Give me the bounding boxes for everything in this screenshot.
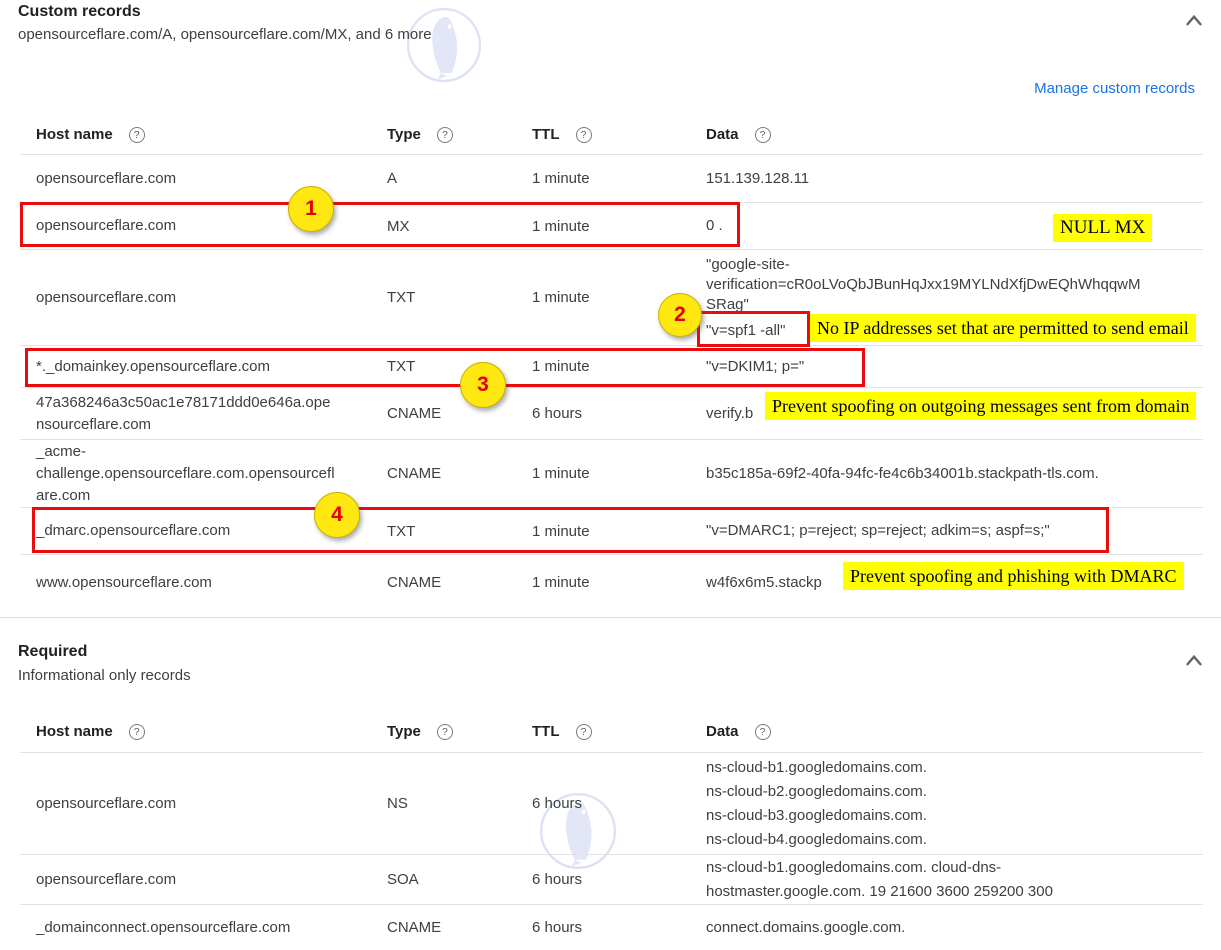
annotation-number-3: 3: [460, 362, 506, 408]
record-data: ns-cloud-b3.googledomains.com.: [706, 804, 1146, 828]
custom-records-title: Custom records: [18, 3, 141, 21]
record-ttl: 6 hours: [532, 871, 706, 888]
record-type: TXT: [387, 289, 532, 306]
help-icon[interactable]: ?: [576, 724, 592, 740]
record-type: A: [387, 170, 532, 187]
table-row: opensourceflare.com SOA 6 hours ns-cloud…: [20, 855, 1203, 905]
record-ttl: 1 minute: [532, 465, 706, 482]
annotation-number-2: 2: [658, 293, 702, 337]
table-row: opensourceflare.com A 1 minute 151.139.1…: [20, 155, 1203, 203]
record-ttl: 1 minute: [532, 358, 706, 375]
manage-custom-records-link[interactable]: Manage custom records: [1034, 80, 1195, 97]
record-host: opensourceflare.com: [36, 168, 336, 190]
table-row: _domainconnect.opensourceflare.com CNAME…: [20, 905, 1203, 950]
annotation-label-spf: No IP addresses set that are permitted t…: [810, 314, 1196, 342]
help-icon[interactable]: ?: [437, 127, 453, 143]
dns-records-page: Custom records opensourceflare.com/A, op…: [0, 0, 1221, 950]
record-data: ns-cloud-b1.googledomains.com. cloud-dns…: [706, 859, 1053, 900]
record-host: 47a368246a3c50ac1e78171ddd0e646a.opensou…: [36, 392, 336, 436]
help-icon[interactable]: ?: [129, 127, 145, 143]
record-host: opensourceflare.com: [36, 869, 336, 891]
record-host: _domainconnect.opensourceflare.com: [36, 917, 336, 939]
col-ttl: TTL: [532, 126, 560, 143]
required-subtitle: Informational only records: [18, 667, 191, 684]
help-icon[interactable]: ?: [129, 724, 145, 740]
record-ttl: 1 minute: [532, 574, 706, 591]
section-divider: [0, 617, 1221, 618]
record-host: *._domainkey.opensourceflare.com: [36, 356, 336, 378]
record-ttl: 1 minute: [532, 523, 706, 540]
record-type: CNAME: [387, 919, 532, 936]
record-ttl: 1 minute: [532, 218, 706, 235]
record-data: connect.domains.google.com.: [706, 919, 905, 936]
record-type: CNAME: [387, 465, 532, 482]
record-host: _acme-challenge.opensourceflare.com.open…: [36, 441, 336, 507]
watermark-logo-icon: [405, 6, 483, 84]
record-type: SOA: [387, 871, 532, 888]
record-data: w4f6x6m5.stackp: [706, 574, 822, 591]
record-data: ns-cloud-b1.googledomains.com.: [706, 756, 1146, 780]
record-ttl: 6 hours: [532, 795, 706, 812]
record-type: NS: [387, 795, 532, 812]
record-data: ns-cloud-b4.googledomains.com.: [706, 828, 1146, 852]
record-host: opensourceflare.com: [36, 793, 336, 815]
help-icon[interactable]: ?: [755, 724, 771, 740]
record-type: TXT: [387, 523, 532, 540]
record-data: 151.139.128.11: [706, 170, 809, 187]
col-type: Type: [387, 126, 421, 143]
record-host: opensourceflare.com: [36, 287, 336, 309]
help-icon[interactable]: ?: [437, 724, 453, 740]
record-data: ns-cloud-b2.googledomains.com.: [706, 780, 1146, 804]
annotation-number-1: 1: [288, 186, 334, 232]
annotation-label-dkim: Prevent spoofing on outgoing messages se…: [765, 392, 1196, 420]
table-row: _dmarc.opensourceflare.com TXT 1 minute …: [20, 508, 1203, 555]
collapse-custom-chevron-up-icon[interactable]: [1181, 8, 1207, 34]
record-ttl: 1 minute: [532, 170, 706, 187]
col-ttl: TTL: [532, 723, 560, 740]
required-records-table: Host name? Type? TTL? Data? opensourcefl…: [20, 711, 1203, 950]
annotation-label-dmarc: Prevent spoofing and phishing with DMARC: [843, 562, 1184, 590]
record-data: "v=DMARC1; p=reject; sp=reject; adkim=s;…: [706, 522, 1050, 539]
required-table-header: Host name? Type? TTL? Data?: [20, 711, 1203, 753]
record-host: _dmarc.opensourceflare.com: [36, 520, 336, 542]
record-data: "v=DKIM1; p=": [706, 358, 804, 375]
custom-records-subtitle: opensourceflare.com/A, opensourceflare.c…: [18, 26, 432, 43]
custom-records-table: Host name? Type? TTL? Data? opensourcefl…: [20, 115, 1203, 610]
record-type: TXT: [387, 358, 532, 375]
col-host-name: Host name: [36, 723, 113, 740]
col-type: Type: [387, 723, 421, 740]
required-title: Required: [18, 643, 87, 661]
col-host-name: Host name: [36, 126, 113, 143]
table-row: opensourceflare.com MX 1 minute 0 .: [20, 203, 1203, 250]
custom-table-header: Host name? Type? TTL? Data?: [20, 115, 1203, 155]
col-data: Data: [706, 126, 739, 143]
record-ttl: 6 hours: [532, 405, 706, 422]
record-data: verify.b: [706, 405, 753, 422]
table-row: _acme-challenge.opensourceflare.com.open…: [20, 440, 1203, 508]
table-row: opensourceflare.com NS 6 hours ns-cloud-…: [20, 753, 1203, 855]
record-ttl: 6 hours: [532, 919, 706, 936]
col-data: Data: [706, 723, 739, 740]
record-type: CNAME: [387, 574, 532, 591]
record-type: CNAME: [387, 405, 532, 422]
record-data: "google-site-verification=cR0oLVoQbJBunH…: [706, 255, 1146, 315]
record-data: 0 .: [706, 217, 723, 234]
help-icon[interactable]: ?: [755, 127, 771, 143]
record-host: www.opensourceflare.com: [36, 572, 336, 594]
help-icon[interactable]: ?: [576, 127, 592, 143]
record-data: b35c185a-69f2-40fa-94fc-fe4c6b34001b.sta…: [706, 465, 1099, 482]
table-row: *._domainkey.opensourceflare.com TXT 1 m…: [20, 346, 1203, 388]
record-type: MX: [387, 218, 532, 235]
annotation-number-4: 4: [314, 492, 360, 538]
collapse-required-chevron-up-icon[interactable]: [1181, 648, 1207, 674]
annotation-label-null-mx: NULL MX: [1053, 214, 1152, 242]
